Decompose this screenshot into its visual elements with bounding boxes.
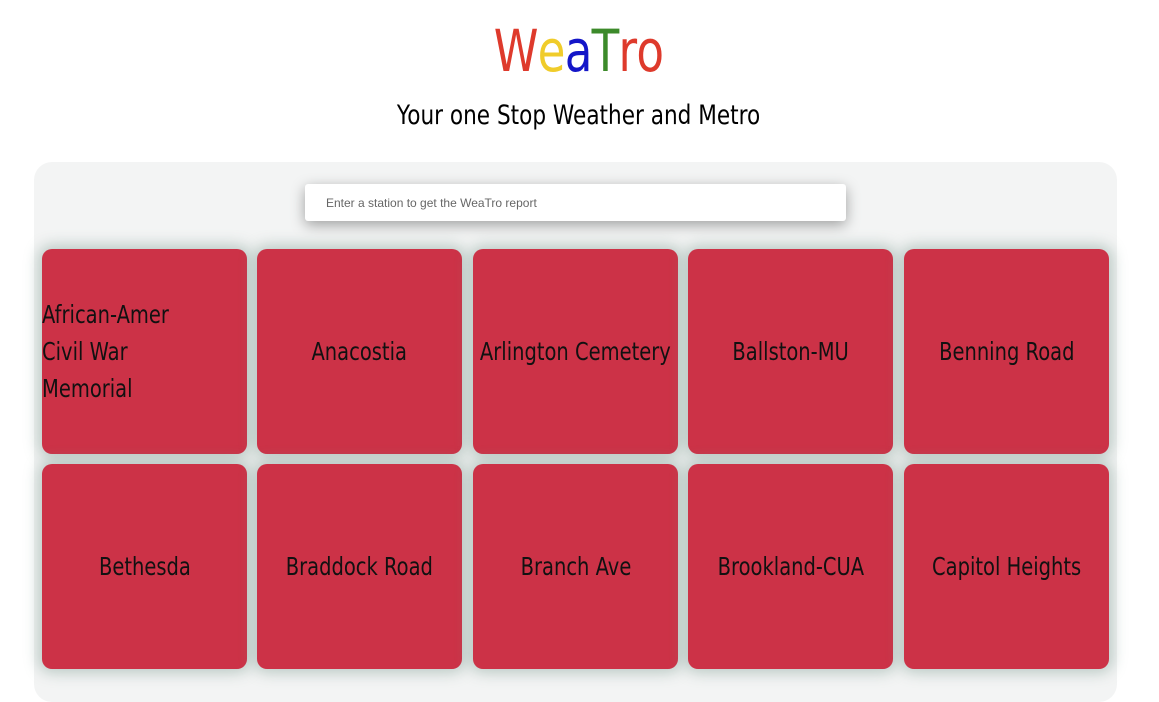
station-tile-branch-ave[interactable]: Branch Ave	[473, 464, 678, 669]
station-tile-label: Braddock Road	[285, 552, 434, 581]
station-tile-label: Bethesda	[98, 552, 191, 581]
logo-letter: e	[537, 17, 566, 85]
logo-letter: r	[618, 17, 638, 85]
station-tile-braddock-road[interactable]: Braddock Road	[257, 464, 462, 669]
logo-letter: a	[564, 17, 593, 85]
station-tile-label: Benning Road	[938, 337, 1075, 366]
station-tile-label: Arlington Cemetery	[480, 337, 671, 366]
logo-letter: W	[493, 17, 539, 85]
station-tile-label: Ballston-MU	[732, 337, 849, 366]
station-tile-bethesda[interactable]: Bethesda	[42, 464, 247, 669]
station-tile-capitol-heights[interactable]: Capitol Heights	[904, 464, 1109, 669]
logo-letter: T	[591, 17, 620, 85]
station-search-input[interactable]	[305, 184, 846, 221]
logo-letter: o	[636, 17, 664, 85]
station-tile-label: Anacostia	[311, 337, 408, 366]
station-tile-ballston-mu[interactable]: Ballston-MU	[688, 249, 893, 454]
tagline: Your one Stop Weather and Metro	[396, 100, 761, 131]
station-tile-label: African-Amer Civil War Memorial	[42, 300, 169, 403]
station-tile-brookland-cua[interactable]: Brookland-CUA	[688, 464, 893, 669]
station-tile-label: Capitol Heights	[931, 552, 1082, 581]
station-tile-african-amer-civil-war-memorial[interactable]: African-Amer Civil War Memorial	[42, 249, 247, 454]
station-tile-arlington-cemetery[interactable]: Arlington Cemetery	[473, 249, 678, 454]
station-tile-anacostia[interactable]: Anacostia	[257, 249, 462, 454]
station-tile-benning-road[interactable]: Benning Road	[904, 249, 1109, 454]
weatro-logo: WeaTro	[127, 14, 1031, 88]
station-tile-label: Branch Ave	[520, 552, 631, 581]
station-tile-label: Brookland-CUA	[717, 552, 864, 581]
